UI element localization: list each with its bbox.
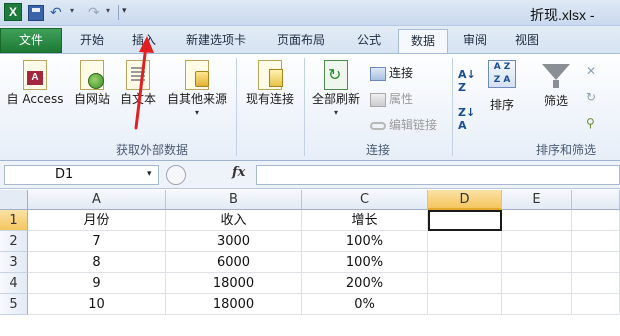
annotation-arrow: [134, 36, 154, 130]
